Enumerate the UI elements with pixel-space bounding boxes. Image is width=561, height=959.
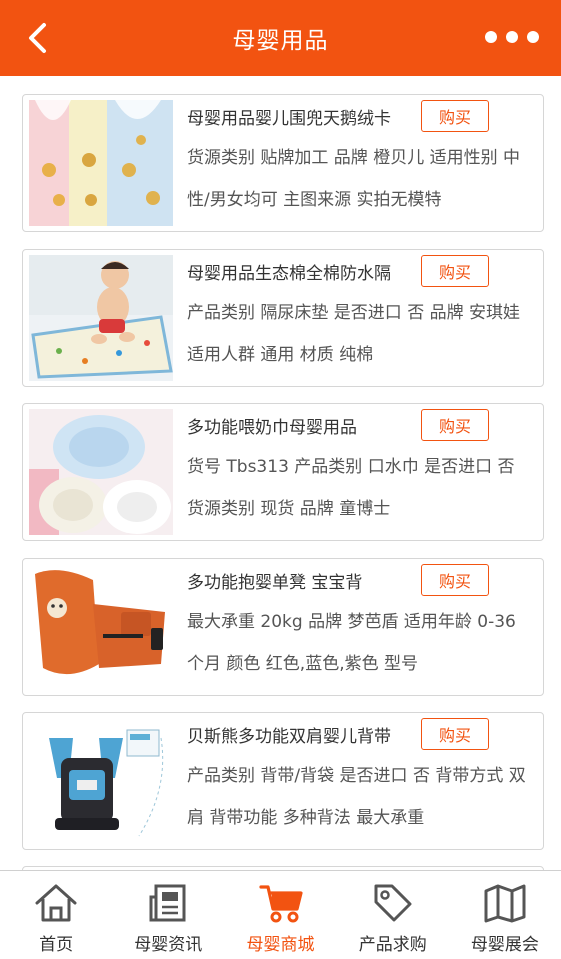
tab-home[interactable]: 首页 [0,871,112,959]
product-name[interactable]: 母婴用品婴儿围兜天鹅绒卡 [187,104,417,129]
product-card[interactable]: 贝斯熊多功能双肩婴儿背带 购买 产品类别 背带/背袋 是否进口 否 背带方式 双… [22,712,544,850]
tag-icon [371,881,415,925]
buy-button[interactable]: 购买 [421,564,489,596]
product-name[interactable]: 贝斯熊多功能双肩婴儿背带 [187,722,417,747]
product-list[interactable]: 母婴用品婴儿围兜天鹅绒卡 购买 货源类别 贴牌加工 品牌 橙贝儿 适用性别 中性… [0,76,561,870]
more-button[interactable] [485,24,539,50]
more-dot-icon [485,31,497,43]
product-image[interactable] [29,564,173,690]
tab-label: 母婴展会 [470,935,539,955]
tab-label: 产品求购 [358,935,427,955]
product-description: 货源类别 贴牌加工 品牌 橙贝儿 适用性别 中性/男女均可 主图来源 实拍无模特 [187,148,521,210]
more-dot-icon [527,31,539,43]
product-card[interactable]: 母婴用品婴儿围兜天鹅绒卡 购买 货源类别 贴牌加工 品牌 橙贝儿 适用性别 中性… [22,94,544,232]
top-bar: 母婴用品 [0,0,561,76]
buy-button[interactable]: 购买 [421,100,489,132]
home-icon [34,881,78,925]
tab-purchase[interactable]: 产品求购 [337,871,449,959]
tab-label: 母婴资讯 [134,935,203,955]
product-description: 产品类别 背带/背袋 是否进口 否 背带方式 双肩 背带功能 多种背法 最大承重 [187,766,526,828]
buy-button[interactable]: 购买 [421,255,489,287]
more-dot-icon [506,31,518,43]
product-name[interactable]: 多功能喂奶巾母婴用品 [187,413,417,438]
product-description: 货号 Tbs313 产品类别 口水巾 是否进口 否 货源类别 现货 品牌 童博士 [187,457,515,519]
news-icon [146,881,190,925]
buy-button[interactable]: 购买 [421,718,489,750]
page-title: 母婴用品 [232,28,329,54]
product-image[interactable] [29,718,173,844]
product-image[interactable] [29,409,173,535]
tab-expo[interactable]: 母婴展会 [449,871,561,959]
buy-button[interactable]: 购买 [421,409,489,441]
back-button[interactable] [18,18,58,58]
product-image[interactable] [29,255,173,381]
product-name[interactable]: 母婴用品生态棉全棉防水隔 [187,259,417,284]
product-card[interactable]: 多功能喂奶巾母婴用品 购买 货号 Tbs313 产品类别 口水巾 是否进口 否 … [22,403,544,541]
tab-label: 首页 [39,935,74,955]
cart-icon [258,881,303,925]
tab-label: 母婴商城 [246,935,315,955]
bottom-tab-bar: 首页 母婴资讯 母婴商城 产品求购 母婴展会 [0,870,561,959]
product-description: 最大承重 20kg 品牌 梦芭盾 适用年龄 0-36个月 颜色 红色,蓝色,紫色… [187,612,516,674]
tab-news[interactable]: 母婴资讯 [112,871,224,959]
product-card[interactable]: 母婴用品生态棉全棉防水隔 购买 产品类别 隔尿床垫 是否进口 否 品牌 安琪娃 … [22,249,544,387]
product-description: 产品类别 隔尿床垫 是否进口 否 品牌 安琪娃 适用人群 通用 材质 纯棉 [187,303,521,365]
chevron-left-icon [29,23,46,53]
product-image[interactable] [29,100,173,226]
product-card[interactable]: 多功能抱婴单凳 宝宝背 购买 最大承重 20kg 品牌 梦芭盾 适用年龄 0-3… [22,558,544,696]
product-name[interactable]: 多功能抱婴单凳 宝宝背 [187,568,417,593]
tab-mall[interactable]: 母婴商城 [224,871,336,959]
map-icon [483,881,527,925]
